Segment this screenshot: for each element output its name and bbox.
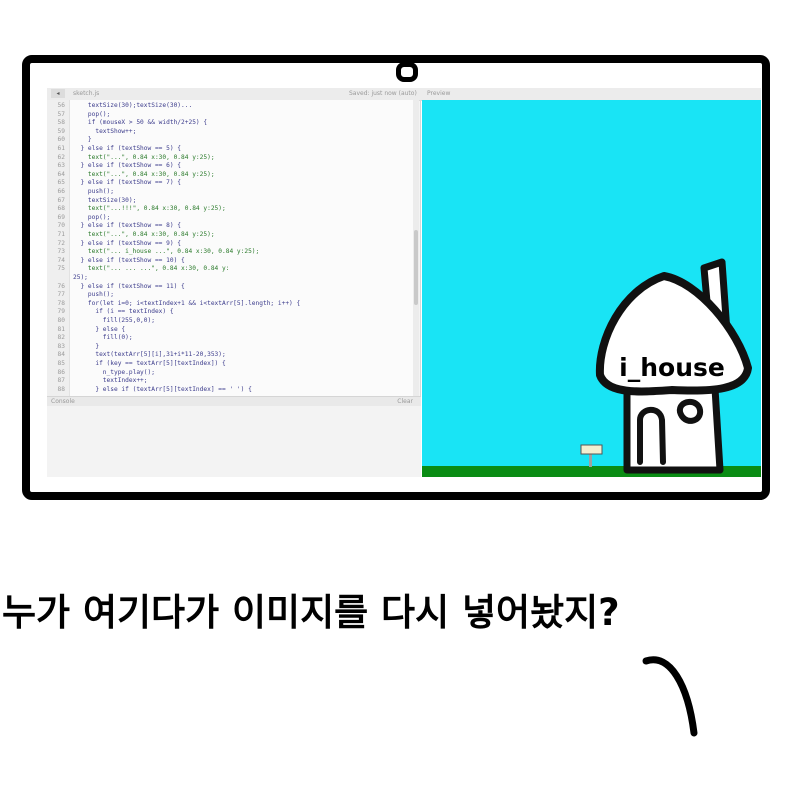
signpost	[580, 444, 603, 467]
house-drawing: i_house	[422, 258, 761, 477]
code-line[interactable]: 88 } else if (textArr[5][textIndex] == '…	[47, 385, 413, 394]
console-label: Console	[51, 398, 75, 405]
code-text: } else if (textArr[5][textIndex] == ' ')…	[73, 385, 252, 393]
line-number: 88	[57, 385, 65, 393]
code-area[interactable]: 56 textSize(30);textSize(30)... 57 pop();…	[47, 100, 413, 396]
editor-scrollbar[interactable]	[413, 100, 419, 396]
save-status: Saved: just now (auto)	[349, 90, 417, 97]
console-output	[47, 406, 421, 477]
scrollbar-thumb[interactable]	[414, 230, 418, 305]
speech-tail	[642, 656, 698, 737]
nav-button[interactable]: ◂	[51, 89, 65, 98]
clear-button[interactable]: Clear	[397, 397, 413, 406]
sketch-canvas[interactable]: i_house	[422, 100, 761, 477]
preview-label: Preview	[427, 90, 451, 97]
caption-text: 누가 여기다가 이미지를 다시 넣어놨지?	[2, 591, 620, 634]
house-label: i_house	[619, 353, 725, 382]
pin-icon	[396, 62, 418, 82]
file-tab[interactable]: sketch.js	[73, 90, 99, 97]
